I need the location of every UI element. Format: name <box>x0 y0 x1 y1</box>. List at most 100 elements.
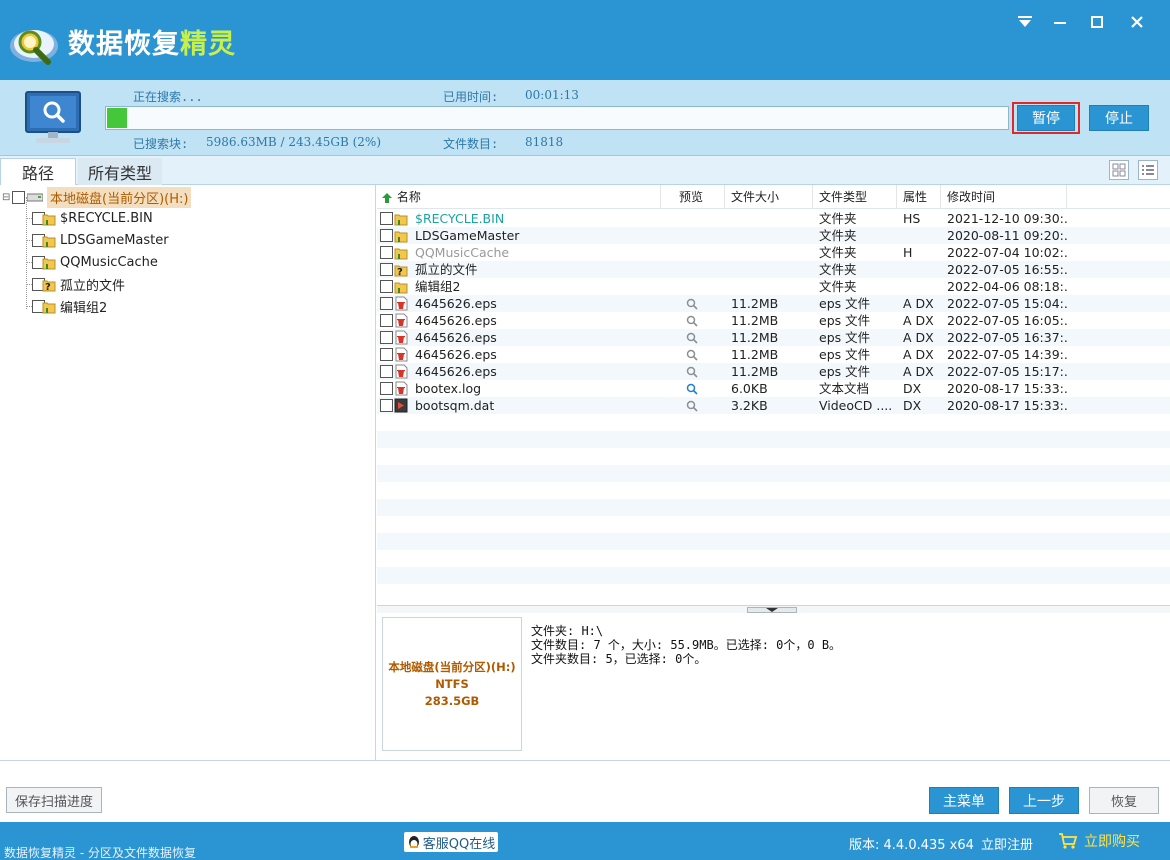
preview-magnifier-icon[interactable] <box>686 397 706 414</box>
file-row-checkbox[interactable] <box>380 246 393 259</box>
column-attr[interactable]: 属性 <box>897 185 941 209</box>
file-row[interactable]: bootsqm.dat 3.2KB VideoCD .... DX 2020-08-17… <box>377 397 1170 414</box>
file-time: 2022-07-04 10:02:... <box>947 245 1067 260</box>
column-size[interactable]: 文件大小 <box>725 185 813 209</box>
file-time: 2022-07-05 16:37:... <box>947 330 1067 345</box>
up-arrow-icon[interactable] <box>381 192 393 204</box>
file-size: 11.2MB <box>731 330 779 345</box>
file-row-checkbox[interactable] <box>380 212 393 225</box>
file-row-checkbox[interactable] <box>380 399 393 412</box>
pause-button[interactable]: 暂停 <box>1017 105 1075 131</box>
empty-row <box>377 482 1170 499</box>
preview-magnifier-icon[interactable] <box>686 329 706 346</box>
tab-all-types[interactable]: 所有类型 <box>78 158 162 185</box>
preview-magnifier-icon[interactable] <box>686 295 706 312</box>
file-type: 文件夹 <box>819 245 857 260</box>
file-name: 4645626.eps <box>415 364 497 379</box>
recover-button[interactable]: 恢复 <box>1089 787 1159 814</box>
empty-row <box>377 499 1170 516</box>
file-size: 11.2MB <box>731 364 779 379</box>
file-type: eps 文件 <box>819 330 871 345</box>
file-name: LDSGameMaster <box>415 228 520 243</box>
file-name: 4645626.eps <box>415 313 497 328</box>
maximize-icon[interactable] <box>1084 10 1110 34</box>
empty-row <box>377 567 1170 584</box>
file-attr: A DX <box>903 347 934 362</box>
dropdown-arrow-icon[interactable] <box>1012 10 1038 34</box>
column-name[interactable]: 名称 <box>377 185 661 209</box>
file-attr: A DX <box>903 296 934 311</box>
svg-text:?: ? <box>45 282 51 292</box>
tree-item[interactable]: 编辑组2 <box>32 295 107 317</box>
file-row[interactable]: ? 孤立的文件 文件夹 2022-07-05 16:55:... <box>377 261 1170 278</box>
tree-item[interactable]: QQMusicCache <box>32 251 158 273</box>
file-attr: A DX <box>903 364 934 379</box>
prev-step-button[interactable]: 上一步 <box>1009 787 1079 814</box>
file-row-checkbox[interactable] <box>380 365 393 378</box>
chevron-down-icon[interactable] <box>748 608 796 612</box>
grid-view-icon[interactable] <box>1109 160 1129 180</box>
preview-magnifier-icon[interactable] <box>686 363 706 380</box>
folder-icon <box>42 299 56 314</box>
minimize-icon[interactable] <box>1047 10 1073 34</box>
file-row[interactable]: $RECYCLE.BIN 文件夹 HS 2021-12-10 09:30:... <box>377 210 1170 227</box>
tree-root[interactable]: ⊟ 本地磁盘(当前分区)(H:) <box>2 186 192 208</box>
file-attr <box>903 261 939 278</box>
column-preview[interactable]: 预览 <box>661 185 725 209</box>
buy-button[interactable]: 立即购买 <box>1058 831 1140 851</box>
file-row-checkbox[interactable] <box>380 314 393 327</box>
tree-item[interactable]: $RECYCLE.BIN <box>32 207 153 229</box>
file-row-checkbox[interactable] <box>380 280 393 293</box>
file-size: 3.2KB <box>731 398 768 413</box>
tree-item[interactable]: LDSGameMaster <box>32 229 169 251</box>
panel-splitter[interactable] <box>377 605 1170 613</box>
preview-empty <box>686 261 706 278</box>
tree-root-checkbox[interactable] <box>12 190 25 204</box>
status-label: 正在搜索... <box>133 90 203 104</box>
app-logo-icon <box>10 30 58 65</box>
preview-magnifier-icon[interactable] <box>686 312 706 329</box>
list-view-icon[interactable] <box>1138 160 1158 180</box>
file-row[interactable]: 4645626.eps 11.2MB eps 文件 A DX 2022-07-05 16… <box>377 312 1170 329</box>
column-time[interactable]: 修改时间 <box>941 185 1067 209</box>
file-row-checkbox[interactable] <box>380 331 393 344</box>
deleted-file-icon <box>394 330 408 345</box>
tree-item[interactable]: ? 孤立的文件 <box>32 273 125 295</box>
file-attr: DX <box>903 381 922 396</box>
save-progress-button[interactable]: 保存扫描进度 <box>6 787 102 813</box>
register-link[interactable]: 立即注册 <box>981 834 1033 853</box>
stop-button[interactable]: 停止 <box>1089 105 1149 131</box>
file-row[interactable]: 4645626.eps 11.2MB eps 文件 A DX 2022-07-05 14… <box>377 346 1170 363</box>
collapse-icon[interactable]: ⊟ <box>2 192 12 203</box>
tab-path[interactable]: 路径 <box>0 158 76 185</box>
empty-row <box>377 584 1170 601</box>
file-row[interactable]: bootex.log 6.0KB 文本文档 DX 2020-08-17 15:33:..… <box>377 380 1170 397</box>
file-row[interactable]: LDSGameMaster 文件夹 2020-08-11 09:20:... <box>377 227 1170 244</box>
file-row-checkbox[interactable] <box>380 348 393 361</box>
file-row-checkbox[interactable] <box>380 297 393 310</box>
file-size <box>731 227 811 244</box>
file-row[interactable]: 4645626.eps 11.2MB eps 文件 A DX 2022-07-05 15… <box>377 295 1170 312</box>
folder-tree: ⊟ 本地磁盘(当前分区)(H:) $RECYCLE.BIN LDSGameMast… <box>0 185 376 760</box>
file-row-checkbox[interactable] <box>380 229 393 242</box>
file-row[interactable]: 编辑组2 文件夹 2022-04-06 08:18:... <box>377 278 1170 295</box>
file-row[interactable]: 4645626.eps 11.2MB eps 文件 A DX 2022-07-05 16… <box>377 329 1170 346</box>
file-row-checkbox[interactable] <box>380 382 393 395</box>
column-type[interactable]: 文件类型 <box>813 185 897 209</box>
preview-magnifier-icon[interactable] <box>686 346 706 363</box>
empty-row <box>377 448 1170 465</box>
empty-row <box>377 516 1170 533</box>
tree-item-label: LDSGameMaster <box>60 232 169 248</box>
file-row[interactable]: 4645626.eps 11.2MB eps 文件 A DX 2022-07-05 15… <box>377 363 1170 380</box>
file-row-checkbox[interactable] <box>380 263 393 276</box>
disk-filesystem: NTFS <box>435 676 469 691</box>
file-attr <box>903 227 939 244</box>
deleted-file-icon <box>394 313 408 328</box>
searched-label: 已搜索块: <box>133 137 189 151</box>
preview-magnifier-icon[interactable] <box>686 380 706 397</box>
qq-support-button[interactable]: 客服QQ在线 <box>404 832 498 852</box>
file-row[interactable]: QQMusicCache 文件夹 H 2022-07-04 10:02:... <box>377 244 1170 261</box>
main-menu-button[interactable]: 主菜单 <box>929 787 999 814</box>
file-size: 11.2MB <box>731 313 779 328</box>
close-icon[interactable] <box>1124 10 1150 34</box>
